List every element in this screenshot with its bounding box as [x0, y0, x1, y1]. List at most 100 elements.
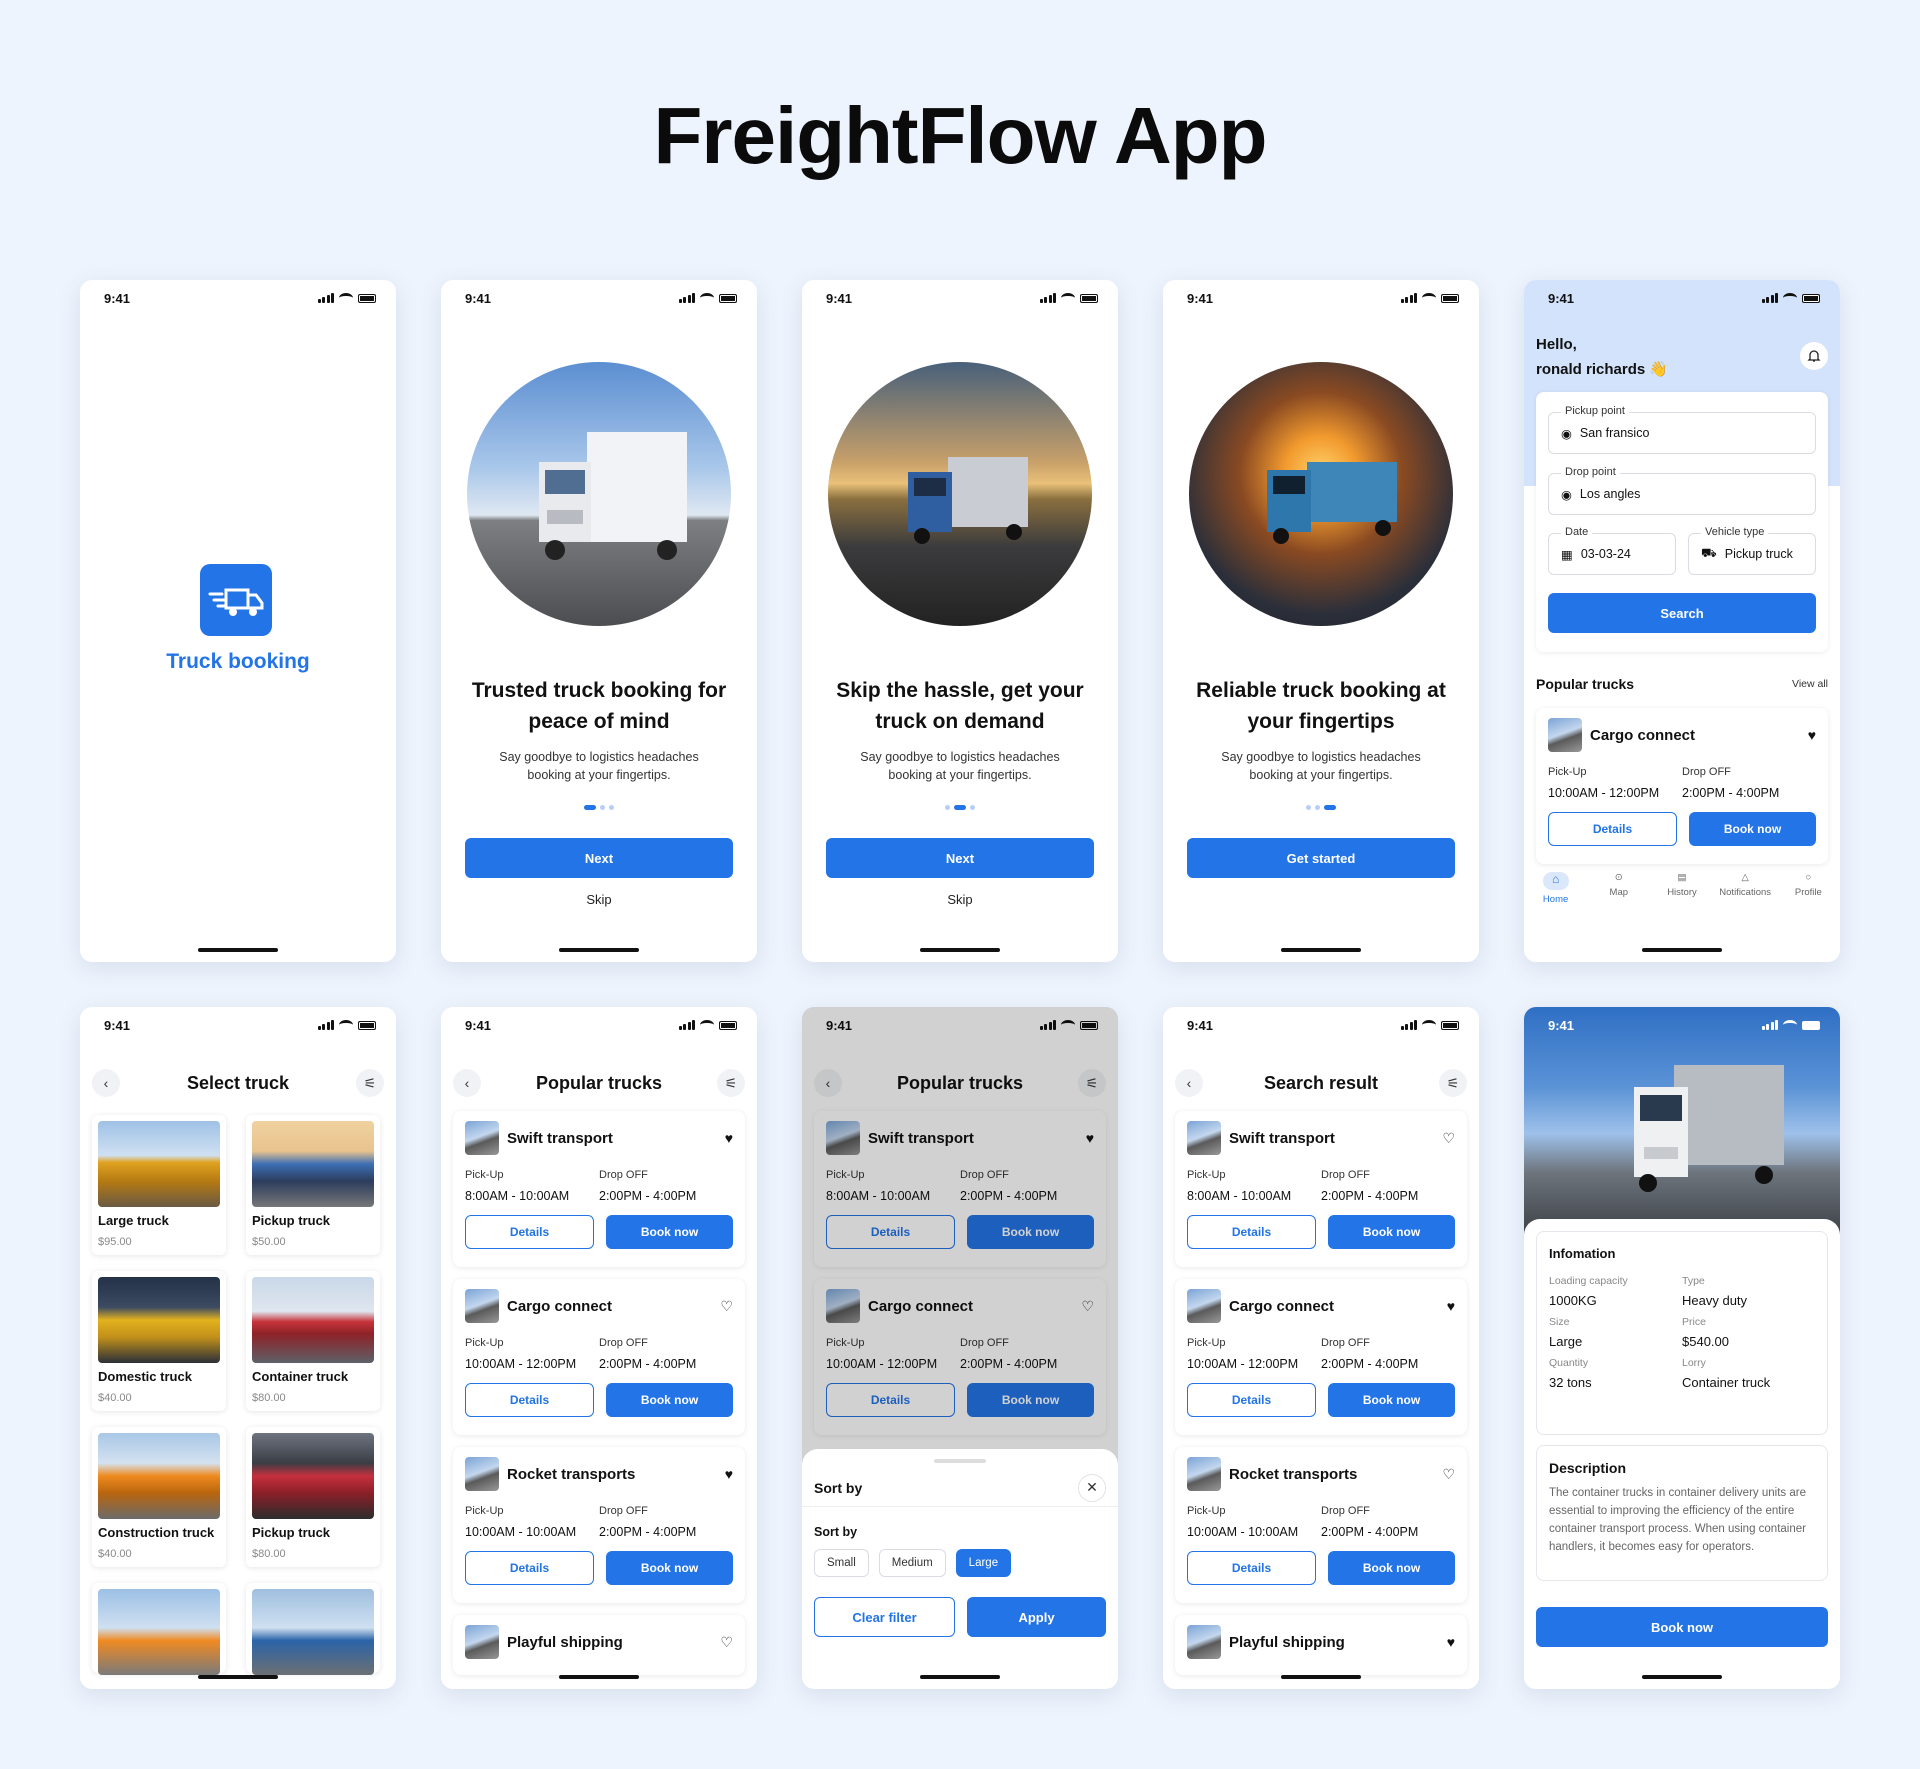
truck-option[interactable]: Domestic truck $40.00	[92, 1271, 226, 1411]
filter-icon[interactable]: ⚟	[1439, 1069, 1467, 1097]
bell-icon[interactable]	[1800, 342, 1828, 370]
pickup-field[interactable]: Pickup point ◉ San fransico	[1548, 405, 1816, 454]
vehicle-type-field[interactable]: Vehicle type ⛟ Pickup truck	[1688, 526, 1816, 575]
truck-name: Playful shipping	[507, 1633, 623, 1651]
truck-card[interactable]: Playful shipping ♡	[453, 1615, 745, 1675]
status-time: 9:41	[104, 290, 131, 306]
next-button[interactable]: Next	[826, 838, 1094, 878]
nav-history[interactable]: ▤ History	[1652, 872, 1712, 916]
nav-map[interactable]: ⊙ Map	[1589, 872, 1649, 916]
truck-card[interactable]: Cargo connect ♥ Pick-Up Drop OFF 10:00AM -…	[1175, 1279, 1467, 1435]
heart-filled-icon[interactable]: ♥	[725, 1130, 733, 1146]
details-button[interactable]: Details	[465, 1383, 594, 1417]
truck-card[interactable]: Playful shipping ♥	[1175, 1615, 1467, 1675]
status-bar: 9:41	[1163, 280, 1479, 316]
close-icon[interactable]: ✕	[1078, 1473, 1106, 1502]
truck-option[interactable]: Large truck $95.00	[92, 1115, 226, 1255]
sort-section-label: Sort by	[814, 1525, 858, 1539]
filter-icon[interactable]: ⚟	[716, 1069, 745, 1097]
details-button[interactable]: Details	[1187, 1383, 1316, 1417]
view-all-link[interactable]: View all	[1792, 678, 1828, 690]
book-now-button[interactable]: Book now	[1536, 1607, 1828, 1647]
chip-large[interactable]: Large	[955, 1549, 1012, 1577]
skip-link[interactable]: Skip	[441, 892, 757, 907]
wifi-icon	[700, 293, 714, 303]
pickup-label: Pick-Up	[1187, 1505, 1226, 1517]
signal-icon	[317, 1020, 334, 1030]
book-now-button[interactable]: Book now	[1328, 1383, 1455, 1417]
heart-outline-icon[interactable]: ♡	[1442, 1466, 1455, 1483]
details-button[interactable]: Details	[465, 1551, 594, 1585]
book-now-button[interactable]: Book now	[1328, 1551, 1455, 1585]
nav-home[interactable]: ⌂ Home	[1526, 872, 1586, 916]
status-bar: 9:41	[1163, 1007, 1479, 1043]
heart-filled-icon[interactable]: ♥	[1447, 1298, 1455, 1314]
home-indicator	[1281, 948, 1361, 952]
truck-option[interactable]: Construction truck $40.00	[92, 1427, 226, 1567]
truck-thumbnail	[465, 1289, 499, 1323]
truck-option[interactable]	[92, 1583, 226, 1675]
onboarding-heading: Skip the hassle, get your truck on deman…	[836, 679, 1084, 733]
battery-icon	[1441, 293, 1459, 303]
book-now-button[interactable]: Book now	[606, 1215, 733, 1249]
drop-time: 2:00PM - 4:00PM	[1682, 786, 1780, 800]
next-button[interactable]: Next	[465, 838, 733, 878]
book-now-button[interactable]: Book now	[1689, 812, 1816, 846]
wifi-icon	[1783, 293, 1797, 303]
truck-card[interactable]: Cargo connect ♡ Pick-Up Drop OFF 10:00AM -…	[453, 1279, 745, 1435]
truck-card[interactable]: Swift transport ♡ Pick-Up Drop OFF 8:00AM …	[1175, 1111, 1467, 1267]
nav-profile[interactable]: ○ Profile	[1778, 872, 1838, 916]
get-started-button[interactable]: Get started	[1187, 838, 1455, 878]
heart-outline-icon[interactable]: ♡	[720, 1634, 733, 1651]
wifi-icon	[1422, 1020, 1436, 1030]
apply-button[interactable]: Apply	[967, 1597, 1106, 1637]
signal-icon	[1400, 1020, 1417, 1030]
vehicle-value: Pickup truck	[1724, 547, 1793, 561]
filter-icon[interactable]: ⚟	[356, 1069, 384, 1097]
truck-option[interactable]	[246, 1583, 380, 1675]
truck-option[interactable]: Pickup truck $80.00	[246, 1427, 380, 1567]
search-button[interactable]: Search	[1548, 593, 1816, 633]
home-screen: 9:41 Hello, ronald richards 👋 Pickup poi…	[1524, 280, 1840, 962]
status-bar: 9:41	[80, 1007, 396, 1043]
back-arrow-icon[interactable]: ‹	[92, 1069, 120, 1097]
details-button[interactable]: Details	[1187, 1551, 1316, 1585]
home-indicator	[1642, 948, 1722, 952]
truck-card[interactable]: Swift transport ♥ Pick-Up Drop OFF 8:00AM …	[453, 1111, 745, 1267]
search-form: Pickup point ◉ San fransico Drop point ◉ L…	[1536, 392, 1828, 652]
back-arrow-icon[interactable]: ‹	[1175, 1069, 1203, 1097]
chip-medium[interactable]: Medium	[878, 1549, 946, 1577]
screen-title: Search result	[1263, 1072, 1379, 1093]
skip-link[interactable]: Skip	[802, 892, 1118, 907]
back-arrow-icon[interactable]: ‹	[453, 1069, 481, 1097]
truck-image	[252, 1589, 374, 1675]
heart-filled-icon[interactable]: ♥	[1447, 1634, 1455, 1650]
details-button[interactable]: Details	[1548, 812, 1677, 846]
truck-card[interactable]: Cargo connect ♥ Pick-Up Drop OFF 10:00AM -…	[1536, 708, 1828, 864]
drop-label: Drop OFF	[1682, 766, 1731, 778]
info-title: Infomation	[1549, 1246, 1616, 1261]
drop-label: Drop OFF	[599, 1169, 648, 1181]
spec-value: Large	[1549, 1334, 1583, 1349]
truck-option[interactable]: Pickup truck $50.00	[246, 1115, 380, 1255]
details-button[interactable]: Details	[1187, 1215, 1316, 1249]
details-button[interactable]: Details	[465, 1215, 594, 1249]
nav-notifications[interactable]: △ Notifications	[1715, 872, 1775, 916]
heart-filled-icon[interactable]: ♥	[1808, 727, 1816, 743]
book-now-button[interactable]: Book now	[606, 1383, 733, 1417]
chip-small[interactable]: Small	[814, 1549, 869, 1577]
book-now-button[interactable]: Book now	[606, 1551, 733, 1585]
heart-filled-icon[interactable]: ♥	[725, 1466, 733, 1482]
truck-image	[98, 1433, 220, 1519]
truck-card[interactable]: Rocket transports ♥ Pick-Up Drop OFF 10:00…	[453, 1447, 745, 1603]
spec-value: Heavy duty	[1682, 1293, 1748, 1308]
truck-card[interactable]: Rocket transports ♡ Pick-Up Drop OFF 10:00…	[1175, 1447, 1467, 1603]
clear-filter-button[interactable]: Clear filter	[814, 1597, 955, 1637]
truck-price: $95.00	[98, 1236, 132, 1248]
truck-option[interactable]: Container truck $80.00	[246, 1271, 380, 1411]
heart-outline-icon[interactable]: ♡	[720, 1298, 733, 1315]
book-now-button[interactable]: Book now	[1328, 1215, 1455, 1249]
drop-field[interactable]: Drop point ◉ Los angles	[1548, 466, 1816, 515]
date-field[interactable]: Date ▦ 03-03-24	[1548, 526, 1676, 575]
heart-outline-icon[interactable]: ♡	[1442, 1130, 1455, 1147]
